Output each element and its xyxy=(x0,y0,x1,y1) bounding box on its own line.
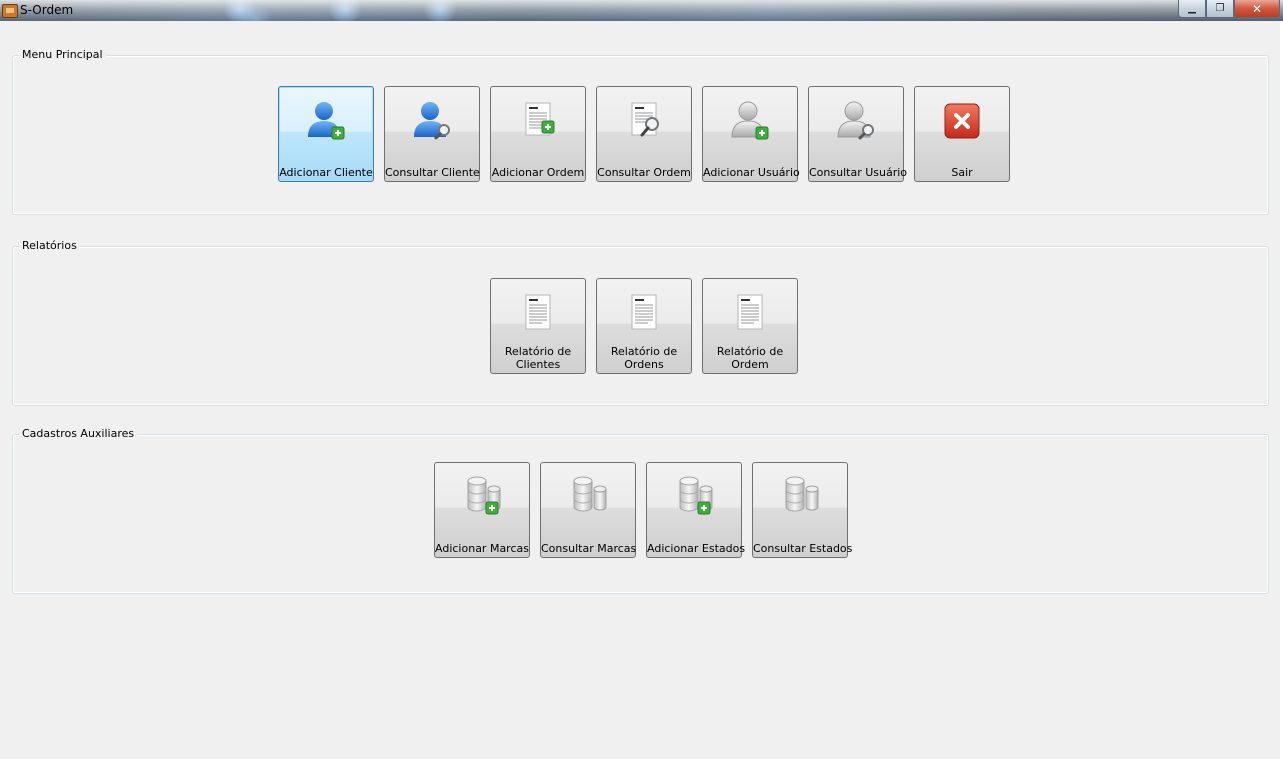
adicionar-marcas-label: Adicionar Marcas xyxy=(435,542,529,555)
minimize-button[interactable]: ▁ xyxy=(1178,0,1206,18)
consultar-usuario-label: Consultar Usuário xyxy=(809,166,908,179)
database-add-icon xyxy=(679,476,713,515)
relatorio-ordens-button[interactable]: Relatório de Ordens xyxy=(596,278,692,374)
adicionar-usuario-label: Adicionar Usuário xyxy=(703,166,800,179)
adicionar-estados-button[interactable]: Adicionar Estados xyxy=(646,462,746,558)
relatorio-ordem-label: Relatório de Ordem xyxy=(716,345,784,371)
gray-user-add-icon xyxy=(731,101,769,140)
relatorio-clientes-label: Relatório de Clientes xyxy=(504,345,572,371)
group-relatorios: Relatórios Relatório de Clientes Relatór… xyxy=(12,239,1269,406)
document-search-icon xyxy=(631,102,659,137)
sair-label: Sair xyxy=(951,166,973,179)
group-label-menu-principal: Menu Principal xyxy=(19,48,106,61)
close-button[interactable]: ✕ xyxy=(1234,0,1280,18)
group-label-relatorios: Relatórios xyxy=(19,239,80,252)
user-search-icon xyxy=(414,102,450,140)
consultar-usuario-button[interactable]: Consultar Usuário xyxy=(808,86,908,182)
consultar-cliente-button[interactable]: Consultar Cliente xyxy=(384,86,480,182)
adicionar-estados-label: Adicionar Estados xyxy=(647,542,746,555)
window-title: S-Ordem xyxy=(20,3,74,17)
adicionar-cliente-button[interactable]: Adicionar Cliente xyxy=(278,86,374,182)
gray-user-search-icon xyxy=(837,101,874,140)
report-icon xyxy=(737,294,763,330)
relatorio-ordens-label: Relatório de Ordens xyxy=(610,345,678,371)
consultar-ordem-label: Consultar Ordem xyxy=(597,166,691,179)
report-icon xyxy=(525,294,551,330)
relatorio-ordem-button[interactable]: Relatório de Ordem xyxy=(702,278,798,374)
report-icon xyxy=(631,294,657,330)
group-cadastros-auxiliares: Cadastros Auxiliares Adicionar Marcas Co… xyxy=(12,427,1269,594)
consultar-estados-button[interactable]: Consultar Estados xyxy=(752,462,853,558)
title-bar[interactable]: S-Ordem ▁ ❐ ✕ xyxy=(0,0,1283,21)
group-label-cadastros-auxiliares: Cadastros Auxiliares xyxy=(19,427,138,440)
group-menu-principal: Menu Principal Adicionar Cliente Consult… xyxy=(12,48,1269,215)
consultar-marcas-button[interactable]: Consultar Marcas xyxy=(540,462,636,558)
exit-icon xyxy=(944,103,980,139)
database-add-icon xyxy=(467,476,501,515)
adicionar-marcas-button[interactable]: Adicionar Marcas xyxy=(434,462,530,558)
consultar-estados-label: Consultar Estados xyxy=(753,542,853,555)
maximize-button[interactable]: ❐ xyxy=(1206,0,1234,18)
document-add-icon xyxy=(525,102,555,136)
consultar-ordem-button[interactable]: Consultar Ordem xyxy=(596,86,692,182)
app-icon xyxy=(2,4,18,18)
database-icon xyxy=(785,476,819,512)
adicionar-ordem-label: Adicionar Ordem xyxy=(491,166,585,179)
database-icon xyxy=(573,476,607,512)
user-add-icon xyxy=(308,102,345,140)
adicionar-cliente-label: Adicionar Cliente xyxy=(279,166,373,179)
adicionar-ordem-button[interactable]: Adicionar Ordem xyxy=(490,86,586,182)
sair-button[interactable]: Sair xyxy=(914,86,1010,182)
consultar-cliente-label: Consultar Cliente xyxy=(385,166,480,179)
consultar-marcas-label: Consultar Marcas xyxy=(541,542,637,555)
relatorio-clientes-button[interactable]: Relatório de Clientes xyxy=(490,278,586,374)
adicionar-usuario-button[interactable]: Adicionar Usuário xyxy=(702,86,800,182)
